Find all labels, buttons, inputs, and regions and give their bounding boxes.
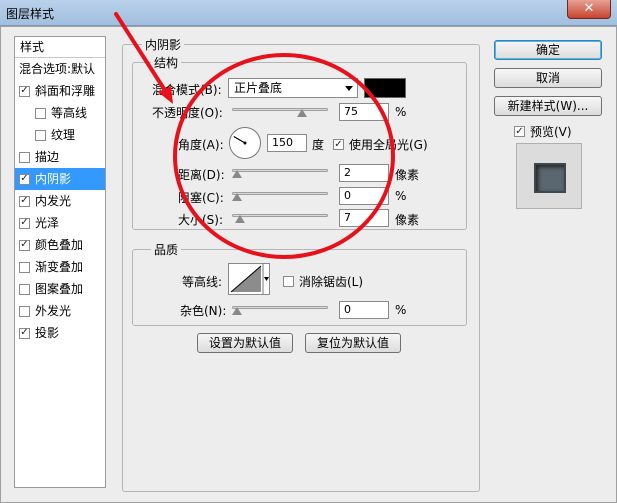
- annotation-overlay: [114, 12, 395, 259]
- annotation-arrow-head: [158, 86, 173, 104]
- annotation-circle: [173, 53, 395, 259]
- annotation-arrow-line: [114, 12, 168, 94]
